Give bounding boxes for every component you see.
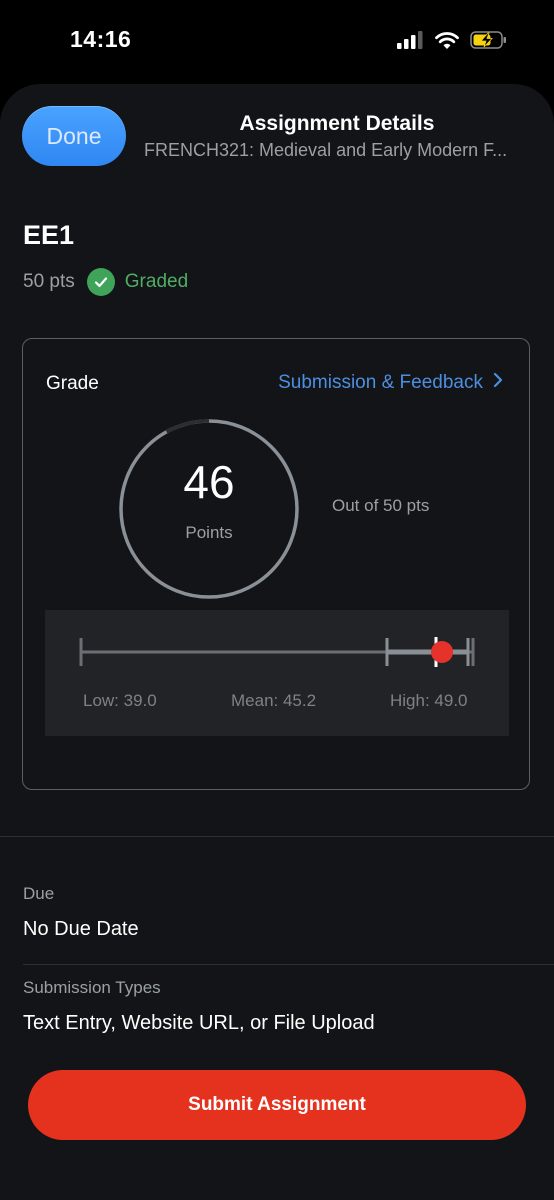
due-label: Due xyxy=(23,884,55,903)
score-value: 46 xyxy=(183,456,235,508)
checkmark-circle-icon xyxy=(86,268,115,296)
due-value: No Due Date xyxy=(23,918,139,940)
battery-charging-icon xyxy=(470,30,508,55)
submit-assignment-button[interactable]: Submit Assignment xyxy=(28,1070,526,1140)
assignment-name: EE1 xyxy=(23,220,75,250)
submission-feedback-link[interactable]: Submission & Feedback xyxy=(278,372,503,394)
page-title: Assignment Details xyxy=(239,112,435,135)
grade-label: Grade xyxy=(46,373,99,394)
grade-distribution-plot xyxy=(79,637,475,667)
your-score-marker xyxy=(431,641,453,663)
score-ring-remainder xyxy=(119,419,299,599)
course-subtitle: FRENCH321: Medieval and Early Modern F..… xyxy=(144,140,508,160)
section-divider xyxy=(23,964,554,965)
mean-score-label: Mean: 45.2 xyxy=(231,691,317,710)
points-possible: 50 pts xyxy=(23,271,75,292)
submission-feedback-label: Submission & Feedback xyxy=(278,372,483,393)
done-button[interactable]: Done xyxy=(22,106,126,166)
submission-types-value: Text Entry, Website URL, or File Upload xyxy=(23,1012,375,1034)
high-score-label: High: 49.0 xyxy=(390,691,468,710)
chevron-right-icon xyxy=(493,372,503,394)
points-row: 50 pts Graded xyxy=(23,268,188,296)
assignment-details-sheet: Done Assignment Details FRENCH321: Medie… xyxy=(0,84,554,1200)
graded-status: Graded xyxy=(124,271,189,292)
cellular-signal-icon xyxy=(396,30,424,55)
grade-card: Grade Submission & Feedback 46 Points Ou… xyxy=(22,338,530,790)
grade-statistics-panel: Low: 39.0 Mean: 45.2 High: 49.0 xyxy=(45,610,509,736)
status-time: 14:16 xyxy=(70,26,132,52)
submission-types-label: Submission Types xyxy=(23,978,161,997)
score-ring xyxy=(119,419,299,599)
status-icons xyxy=(396,30,508,55)
section-divider xyxy=(0,836,554,837)
out-of-label: Out of 50 pts xyxy=(332,496,430,515)
score-unit-label: Points xyxy=(185,523,233,542)
status-bar: 14:16 xyxy=(0,0,554,84)
low-score-label: Low: 39.0 xyxy=(83,691,157,710)
wifi-icon xyxy=(434,30,460,55)
